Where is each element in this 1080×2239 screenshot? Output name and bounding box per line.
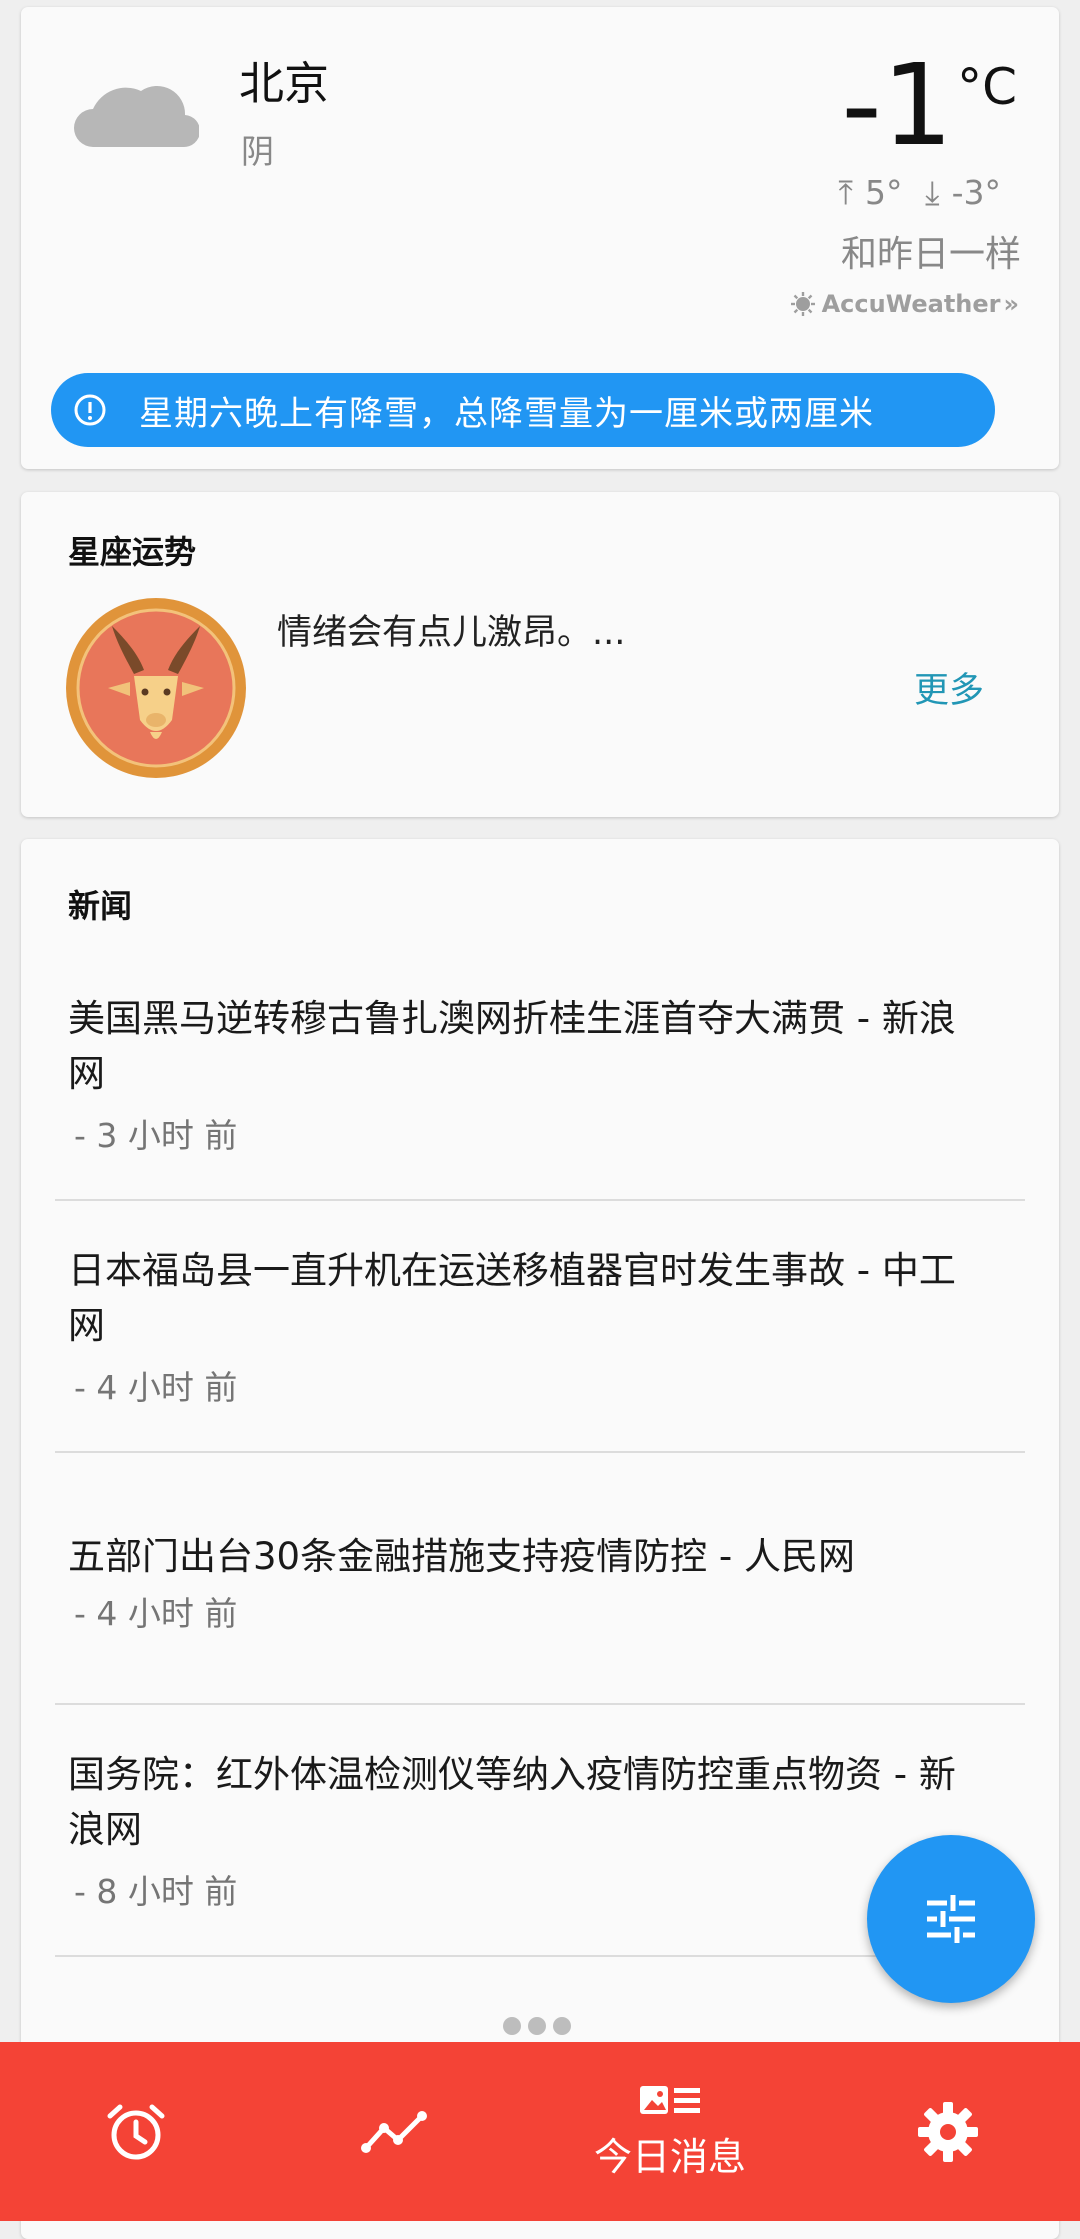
more-link[interactable]: 更多 [914,662,984,713]
alarm-clock-icon [107,2104,165,2159]
capricorn-goat-icon [64,596,248,784]
divider [55,1451,1025,1453]
nav-item-settings[interactable] [898,2042,998,2221]
horoscope-card[interactable]: 星座运势 情绪会有点儿激昂。... 更多 [21,492,1059,817]
nav-item-alarm[interactable] [86,2042,186,2221]
weather-alert-banner[interactable]: 星期六晚上有降雪，总降雪量为一厘米或两厘米 [51,373,995,447]
high-low-temperature: ⤒ 5° ⤓ -3° [832,173,1007,213]
news-time: - 4 小时 前 [74,1368,238,1407]
temperature-unit: °C [957,58,1017,116]
cloudy-icon [71,65,201,153]
news-card: 新闻 美国黑马逆转穆古鲁扎澳网折桂生涯首夺大满贯 - 新浪网 - 3 小时 前 … [21,839,1059,2239]
low-temperature: -3° [951,173,1001,212]
horoscope-summary: 情绪会有点儿激昂。... [277,613,626,653]
bottom-navigation: 今日消息 [0,2042,1080,2221]
accuweather-link[interactable]: AccuWeather » [790,290,1019,318]
nav-item-trend[interactable] [345,2042,445,2221]
temperature-value: -1 [841,41,954,171]
tune-sliders-icon [927,1895,975,1943]
divider [55,1703,1025,1705]
news-headline: 五部门出台30条金融措施支持疫情防控 - 人民网 [68,1535,855,1578]
gear-icon [918,2101,978,2162]
weather-condition: 阴 [241,132,274,171]
trend-line-icon [361,2110,427,2153]
info-icon [73,393,107,427]
high-arrow-icon: ⤒ [838,173,853,212]
news-title: 新闻 [68,887,133,925]
tune-sliders-button[interactable] [867,1835,1035,2003]
temperature-comparison: 和昨日一样 [840,234,1021,275]
horoscope-title: 星座运势 [68,533,197,571]
accuweather-sun-icon [790,292,815,316]
chevron-right-icon: » [1003,290,1019,318]
low-arrow-icon: ⤓ [925,173,940,212]
city-name: 北京 [239,57,330,110]
news-headline: 国务院：红外体温检测仪等纳入疫情防控重点物资 - 新浪网 [68,1753,956,1851]
news-icon [640,2086,700,2114]
weather-card[interactable]: 北京 阴 -1°C ⤒ 5° ⤓ -3° 和昨日一样 AccuWeather » [21,7,1059,469]
divider [55,1199,1025,1201]
accuweather-label: AccuWeather [821,290,1001,318]
news-time: - 3 小时 前 [74,1116,238,1155]
more-dots-icon[interactable] [503,2017,571,2035]
current-temperature: -1°C [841,50,1017,171]
news-time: - 8 小时 前 [74,1872,238,1911]
nav-label-news: 今日消息 [593,2135,746,2179]
high-temperature: 5° [865,173,903,212]
news-headline: 美国黑马逆转穆古鲁扎澳网折桂生涯首夺大满贯 - 新浪网 [68,997,956,1095]
news-headline: 日本福岛县一直升机在运送移植器官时发生事故 - 中工网 [68,1249,956,1347]
nav-item-news[interactable]: 今日消息 [570,2042,770,2221]
news-time: - 4 小时 前 [74,1594,238,1633]
weather-alert-text: 星期六晚上有降雪，总降雪量为一厘米或两厘米 [139,393,874,434]
